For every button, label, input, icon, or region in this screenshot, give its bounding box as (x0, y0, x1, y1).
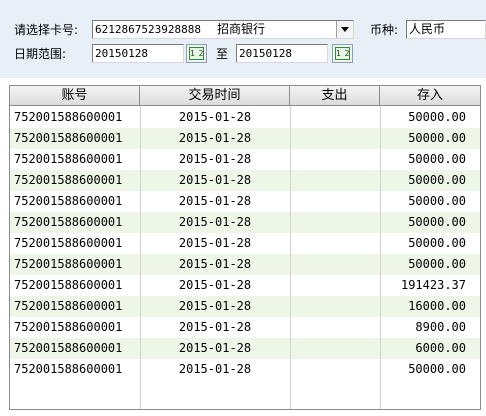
cell-out (290, 233, 380, 254)
filter-toolbar: 请选择卡号: 6212867523928888 招商银行 币种: 人民币 日期范… (0, 0, 486, 78)
table-row[interactable]: 752001588600001 2015-01-28 8900.00 (10, 317, 480, 338)
cell-account: 752001588600001 (14, 215, 123, 229)
date-range-label: 日期范围: (14, 47, 67, 61)
card-bank: 招商银行 (217, 22, 266, 36)
cell-account: 752001588600001 (14, 299, 123, 313)
card-select[interactable]: 6212867523928888 招商银行 (92, 20, 354, 39)
cell-account: 752001588600001 (14, 131, 123, 145)
cell-in: 50000.00 (408, 110, 466, 124)
cell-time: 2015-01-28 (178, 341, 252, 355)
table-row[interactable]: 752001588600001 2015-01-28 50000.00 (10, 212, 480, 233)
cell-time: 2015-01-28 (178, 299, 252, 313)
table-row[interactable]: 752001588600001 2015-01-28 191423.37 (10, 275, 480, 296)
cell-time: 2015-01-28 (178, 110, 252, 124)
currency-field[interactable]: 人民币 (406, 20, 486, 39)
currency-value: 人民币 (409, 22, 446, 36)
calendar-to-button[interactable]: 1 2 (332, 44, 353, 63)
card-number: 6212867523928888 (95, 23, 201, 36)
table-row[interactable]: 752001588600001 2015-01-28 6000.00 (10, 338, 480, 359)
column-divider (290, 106, 291, 409)
table-row[interactable]: 752001588600001 2015-01-28 16000.00 (10, 296, 480, 317)
cell-time: 2015-01-28 (178, 236, 252, 250)
date-to-value: 20150128 (239, 47, 292, 60)
card-label: 请选择卡号: (14, 23, 79, 37)
cell-out (290, 191, 380, 212)
cell-account: 752001588600001 (14, 110, 123, 124)
cell-in: 8900.00 (415, 320, 466, 334)
currency-label: 币种: (370, 23, 399, 37)
cell-out (290, 275, 380, 296)
table-row[interactable]: 752001588600001 2015-01-28 50000.00 (10, 128, 480, 149)
cell-account: 752001588600001 (14, 362, 123, 376)
chevron-down-icon[interactable] (336, 21, 353, 38)
cell-time: 2015-01-28 (178, 362, 252, 376)
cell-out (290, 359, 380, 380)
column-header-time[interactable]: 交易时间 (140, 86, 290, 106)
column-divider (380, 106, 381, 409)
calendar-icon: 1 2 (335, 47, 350, 60)
cell-account: 752001588600001 (14, 341, 123, 355)
table-row[interactable]: 752001588600001 2015-01-28 50000.00 (10, 170, 480, 191)
cell-in: 6000.00 (415, 341, 466, 355)
cell-in: 50000.00 (408, 236, 466, 250)
table-row[interactable]: 752001588600001 2015-01-28 50000.00 (10, 254, 480, 275)
transaction-table: 账号 交易时间 支出 存入 752001588600001 2015-01-28 5… (9, 85, 481, 410)
cell-out (290, 296, 380, 317)
cell-in: 191423.37 (400, 278, 466, 292)
cell-out (290, 212, 380, 233)
table-row[interactable]: 752001588600001 2015-01-28 50000.00 (10, 191, 480, 212)
cell-in: 16000.00 (408, 299, 466, 313)
date-to-input[interactable]: 20150128 (236, 44, 328, 63)
cell-out (290, 254, 380, 275)
table-row[interactable]: 752001588600001 2015-01-28 50000.00 (10, 107, 480, 128)
cell-in: 50000.00 (408, 362, 466, 376)
table-row[interactable]: 752001588600001 2015-01-28 50000.00 (10, 149, 480, 170)
cell-in: 50000.00 (408, 194, 466, 208)
table-row[interactable]: 752001588600001 2015-01-28 50000.00 (10, 233, 480, 254)
cell-time: 2015-01-28 (178, 173, 252, 187)
cell-in: 50000.00 (408, 257, 466, 271)
cell-out (290, 338, 380, 359)
cell-time: 2015-01-28 (178, 278, 252, 292)
cell-out (290, 170, 380, 191)
cell-out (290, 149, 380, 170)
cell-account: 752001588600001 (14, 173, 123, 187)
cell-account: 752001588600001 (14, 278, 123, 292)
date-separator: 至 (216, 47, 229, 61)
cell-account: 752001588600001 (14, 236, 123, 250)
column-divider (140, 106, 141, 409)
cell-account: 752001588600001 (14, 194, 123, 208)
table-header: 账号 交易时间 支出 存入 (10, 86, 480, 106)
cell-account: 752001588600001 (14, 257, 123, 271)
calendar-icon: 1 2 (189, 47, 204, 60)
cell-account: 752001588600001 (14, 152, 123, 166)
cell-out (290, 317, 380, 338)
cell-in: 50000.00 (408, 173, 466, 187)
column-header-out[interactable]: 支出 (290, 86, 380, 106)
cell-in: 50000.00 (408, 131, 466, 145)
cell-in: 50000.00 (408, 215, 466, 229)
table-row[interactable]: 752001588600001 2015-01-28 50000.00 (10, 359, 480, 380)
cell-time: 2015-01-28 (178, 194, 252, 208)
cell-account: 752001588600001 (14, 320, 123, 334)
cell-in: 50000.00 (408, 152, 466, 166)
cell-time: 2015-01-28 (178, 215, 252, 229)
date-from-input[interactable]: 20150128 (92, 44, 184, 63)
cell-time: 2015-01-28 (178, 257, 252, 271)
cell-time: 2015-01-28 (178, 152, 252, 166)
column-header-account[interactable]: 账号 (10, 86, 140, 106)
column-header-in[interactable]: 存入 (380, 86, 480, 106)
calendar-from-button[interactable]: 1 2 (186, 44, 207, 63)
cell-time: 2015-01-28 (178, 320, 252, 334)
cell-out (290, 107, 380, 128)
cell-out (290, 128, 380, 149)
date-from-value: 20150128 (95, 47, 148, 60)
cell-time: 2015-01-28 (178, 131, 252, 145)
